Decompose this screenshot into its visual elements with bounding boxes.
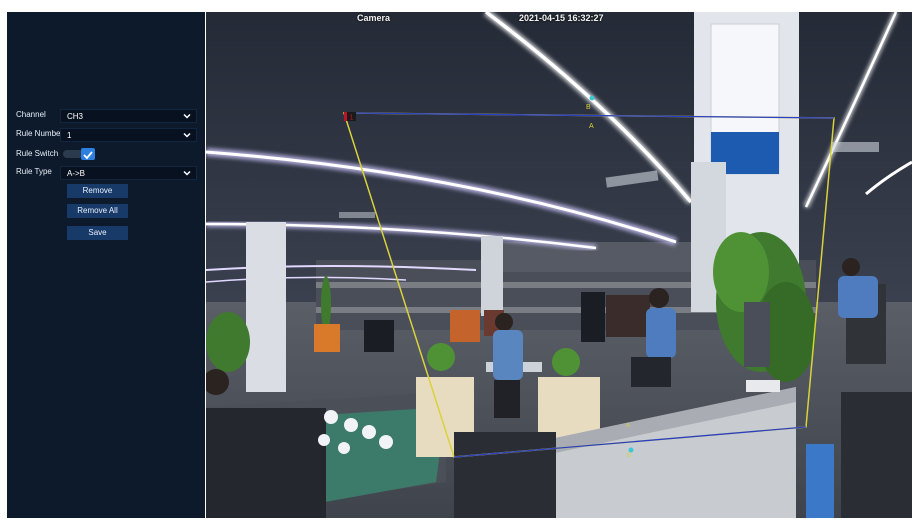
- remove-button[interactable]: Remove: [67, 184, 128, 198]
- rule-type-row: Rule Type A->B: [7, 166, 205, 182]
- datetime-osd: 2021-04-15 16:32:27: [519, 13, 604, 23]
- point-b-handle[interactable]: [589, 95, 595, 101]
- camera-live-view[interactable]: 1 B A B A Camera 2021-04-15 16:32:27: [206, 12, 912, 518]
- rule-type-select[interactable]: A->B: [60, 166, 197, 180]
- rule-type-value: A->B: [67, 169, 86, 178]
- rule-switch-label: Rule Switch: [16, 149, 59, 158]
- rule-number-row: Rule Number 1: [7, 128, 205, 144]
- rule-settings-panel: Channel CH3 Rule Number 1 Rule Switch Ru…: [7, 12, 205, 518]
- rule-switch-row: Rule Switch: [7, 148, 205, 164]
- point-a-handle[interactable]: [628, 447, 634, 453]
- rule-number-value: 1: [67, 131, 72, 140]
- chevron-down-icon: [183, 132, 191, 138]
- rule-switch-track[interactable]: [63, 150, 83, 158]
- save-button[interactable]: Save: [67, 226, 128, 240]
- channel-row: Channel CH3: [7, 109, 205, 125]
- channel-select[interactable]: CH3: [60, 109, 197, 123]
- chevron-down-icon: [183, 113, 191, 119]
- remove-all-button[interactable]: Remove All: [67, 204, 128, 218]
- bottom-point-a-label: A: [626, 423, 630, 429]
- chevron-down-icon: [183, 170, 191, 176]
- bottom-point-b-label: B: [627, 453, 631, 459]
- rule-tag-number: 1: [350, 115, 354, 122]
- channel-label: Channel: [16, 110, 46, 119]
- camera-scene: 1 B A B A: [206, 12, 912, 518]
- rule-number-select[interactable]: 1: [60, 128, 197, 142]
- point-a-label: A: [589, 123, 594, 130]
- channel-value: CH3: [67, 112, 84, 121]
- rule-tag-accent: [344, 112, 347, 121]
- rule-type-label: Rule Type: [16, 167, 52, 176]
- camera-name-osd: Camera: [357, 13, 391, 23]
- dvr-screen: Channel CH3 Rule Number 1 Rule Switch Ru…: [0, 0, 912, 519]
- point-b-label: B: [586, 104, 591, 111]
- checkmark-icon: [83, 151, 93, 160]
- rule-switch-checkbox[interactable]: [81, 148, 95, 160]
- rule-number-label: Rule Number: [16, 129, 64, 138]
